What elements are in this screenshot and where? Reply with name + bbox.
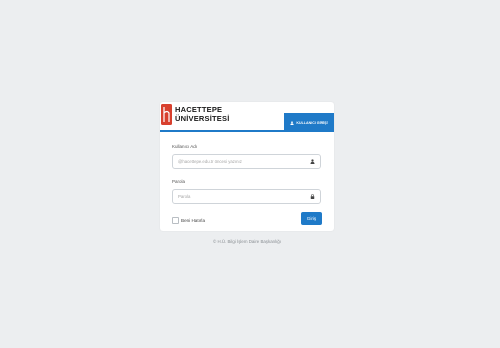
lock-icon	[310, 194, 315, 199]
username-field[interactable]	[172, 154, 321, 169]
username-input[interactable]	[178, 155, 308, 168]
password-field[interactable]	[172, 189, 321, 204]
footer-copyright: © H.Ü. Bilgi İşlem Daire Başkanlığı	[213, 239, 281, 244]
user-icon	[310, 159, 315, 164]
tab-login-label: KULLANICI GİRİŞİ	[296, 120, 328, 125]
brand-line2: ÜNİVERSİTESİ	[175, 114, 230, 123]
remember-me[interactable]: Beni Hatırla	[172, 217, 205, 224]
password-label: Parola	[172, 179, 186, 184]
tab-login[interactable]: KULLANICI GİRİŞİ	[284, 113, 334, 132]
login-button[interactable]: Giriş	[301, 212, 322, 225]
remember-label: Beni Hatırla	[181, 218, 206, 223]
brand-line1: HACETTEPE	[175, 105, 223, 114]
hacettepe-logo-icon	[161, 104, 172, 125]
page: HACETTEPE ÜNİVERSİTESİ KULLANICI GİRİŞİ …	[0, 0, 500, 348]
user-icon	[290, 120, 295, 125]
password-input[interactable]	[178, 190, 308, 203]
login-card: HACETTEPE ÜNİVERSİTESİ KULLANICI GİRİŞİ …	[160, 102, 334, 231]
brand-name: HACETTEPE ÜNİVERSİTESİ	[175, 106, 230, 123]
username-label: Kullanıcı Adı	[172, 144, 198, 149]
card-header: HACETTEPE ÜNİVERSİTESİ KULLANICI GİRİŞİ	[160, 102, 334, 132]
remember-checkbox[interactable]	[172, 217, 179, 224]
